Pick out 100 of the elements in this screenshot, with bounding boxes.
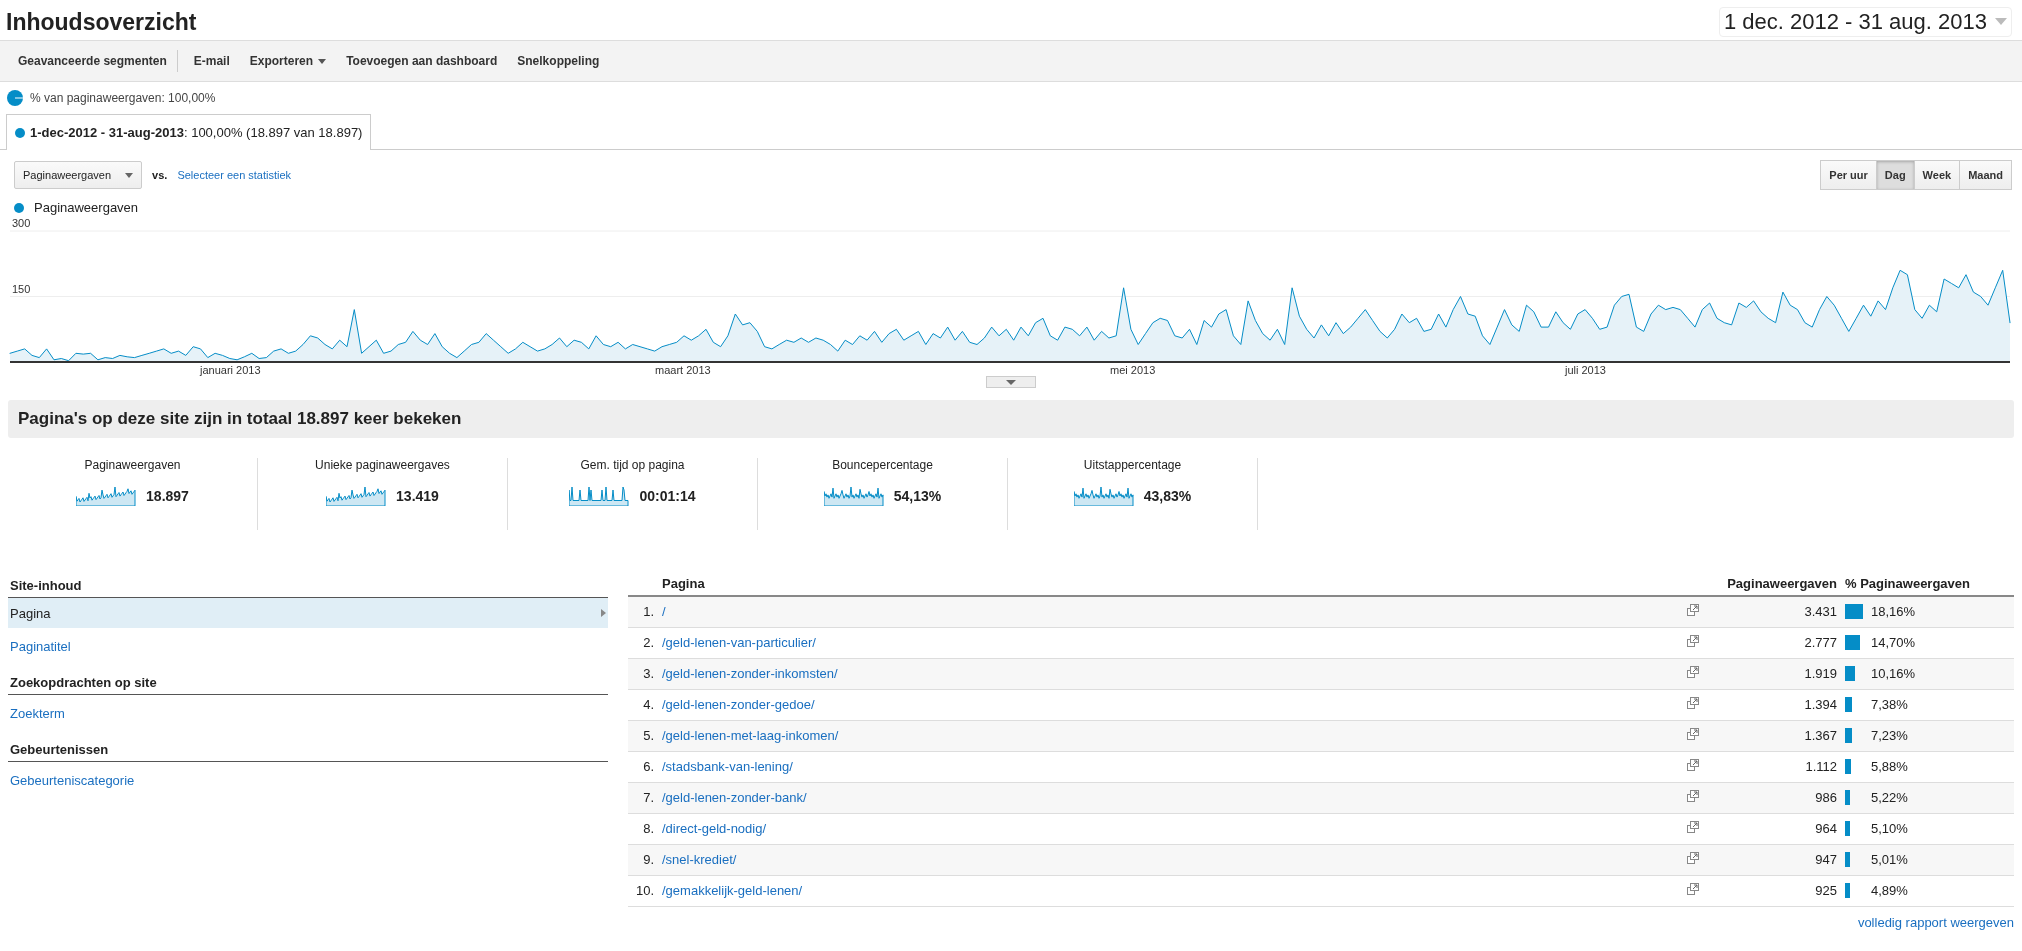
caret-icon [601, 609, 606, 617]
table-cell: 986 [1723, 782, 1841, 813]
metric-label: Gem. tijd op pagina [580, 458, 685, 472]
external-link-icon[interactable] [1687, 790, 1700, 802]
table-cell: 925 [1723, 875, 1841, 906]
sidebar-item[interactable]: Paginatitel [8, 631, 608, 661]
external-link-icon[interactable] [1687, 883, 1700, 895]
caret-icon [125, 172, 134, 178]
row-index: 8. [628, 813, 658, 844]
table-cell: 14,70% [1871, 635, 1916, 650]
sidebar-item[interactable]: Gebeurteniscategorie [8, 765, 608, 795]
section-heading: Zoekopdrachten op site [8, 667, 608, 695]
row-index: 3. [628, 658, 658, 689]
table-cell: 5,22% [1871, 790, 1908, 805]
table-cell: 1.367 [1723, 720, 1841, 751]
table-cell: 5,01% [1871, 852, 1908, 867]
page-link[interactable]: / [662, 604, 666, 620]
row-index: 4. [628, 689, 658, 720]
table-cell: 7,23% [1871, 728, 1908, 743]
metric-label: Uitstappercentage [1083, 458, 1182, 472]
chart-resize-handle[interactable] [986, 376, 1036, 388]
table-cell: 18,16% [1871, 604, 1916, 620]
page-link[interactable]: /gemakkelijk-geld-lenen/ [662, 883, 803, 898]
full-report-link[interactable]: volledig rapport weergeven [1857, 906, 2014, 930]
page-link[interactable]: /direct-geld-nodig/ [662, 821, 767, 836]
external-link-icon[interactable] [1687, 635, 1700, 647]
row-index: 5. [628, 720, 658, 751]
section-heading: Gebeurtenissen [8, 734, 608, 762]
toolbar-button[interactable]: E-mail [183, 50, 240, 72]
axis-label: mei 2013 [1110, 364, 1157, 376]
granularity-tab[interactable]: Dag [1875, 160, 1915, 190]
table-cell: 1.919 [1723, 658, 1841, 689]
granularity-tab[interactable]: Week [1913, 160, 1961, 190]
legend-label: Paginaweergaven [34, 200, 139, 215]
toolbar-button[interactable]: Exporteren [239, 50, 337, 72]
metric-label: Unieke paginaweergaves [315, 458, 450, 472]
caret-icon [318, 58, 327, 64]
page-link[interactable]: /snel-krediet/ [662, 852, 737, 867]
axis-label: maart 2013 [655, 364, 712, 376]
external-link-icon[interactable] [1687, 852, 1700, 864]
page-link[interactable]: /geld-lenen-zonder-inkomsten/ [662, 666, 838, 681]
table-cell: 964 [1723, 813, 1841, 844]
row-index: 10. [628, 875, 658, 906]
table-cell: 4,89% [1871, 883, 1908, 898]
external-link-icon[interactable] [1687, 759, 1700, 771]
axis-label: 150 [12, 282, 31, 295]
table-cell: 1.112 [1723, 751, 1841, 782]
metric-value: 43,83% [1143, 488, 1192, 504]
external-link-icon[interactable] [1687, 728, 1700, 740]
axis-label: januari 2013 [200, 364, 262, 376]
legend-dot [14, 202, 24, 213]
row-index: 7. [628, 782, 658, 813]
table-cell: 7,38% [1871, 697, 1908, 712]
toolbar-button[interactable]: Geavanceerde segmenten [8, 50, 178, 72]
granularity-tab[interactable]: Per uur [1820, 160, 1877, 190]
table-cell: 5,88% [1871, 759, 1908, 774]
table-cell: 2.777 [1723, 627, 1841, 658]
external-link-icon[interactable] [1687, 666, 1700, 678]
row-index: 6. [628, 751, 658, 782]
granularity-tab[interactable]: Maand [1959, 160, 2012, 190]
pie-icon [6, 89, 24, 107]
row-index: 9. [628, 844, 658, 875]
row-index: 1. [628, 596, 658, 627]
page-link[interactable]: /stadsbank-van-lening/ [662, 759, 793, 774]
sparkline-drawing [76, 486, 137, 506]
sparkline-drawing [823, 486, 884, 506]
metric-value: 18.897 [146, 488, 189, 504]
page-link[interactable]: /geld-lenen-met-laag-inkomen/ [662, 728, 839, 743]
metric-label: Paginaweergaven [84, 458, 181, 472]
axis-label: juli 2013 [1565, 364, 1607, 376]
row-index: 2. [628, 627, 658, 658]
sidebar-item[interactable]: Zoekterm [8, 698, 608, 728]
page-link[interactable]: /geld-lenen-zonder-gedoe/ [662, 697, 815, 712]
table-cell: 3.431 [1723, 596, 1841, 627]
toolbar-button[interactable]: Snelkoppeling [507, 50, 610, 72]
page-link[interactable]: /geld-lenen-zonder-bank/ [662, 790, 807, 805]
sidebar-item[interactable]: Pagina [8, 598, 608, 628]
vs-label: vs. [152, 169, 168, 181]
axis-label: 300 [12, 217, 31, 229]
sparkline-drawing [1073, 486, 1134, 506]
metric-dropdown[interactable]: Paginaweergaven [14, 161, 143, 189]
metric-value: 13.419 [396, 488, 439, 504]
segment-tab[interactable]: 1-dec-2012 - 31-aug-2013: 100,00% (18.897 van 18.897) [6, 114, 372, 150]
caret-icon [1995, 18, 2007, 26]
metric-value: 54,13% [893, 488, 942, 504]
page-title: Inhoudsoverzicht [6, 8, 197, 36]
select-metric-link[interactable]: Selecteer een statistiek [177, 169, 292, 181]
metric-value: 00:01:14 [639, 488, 696, 504]
external-link-icon[interactable] [1687, 821, 1700, 833]
external-link-icon[interactable] [1687, 604, 1700, 617]
external-link-icon[interactable] [1687, 697, 1700, 709]
segment-summary: % van paginaweergaven: 100,00% [30, 91, 216, 105]
summary-title: Pagina's op deze site zijn in totaal 18.897 keer bekeken [8, 400, 2014, 438]
sparkline-drawing [326, 486, 387, 506]
metric-label: Bouncepercentage [832, 458, 933, 472]
toolbar-button[interactable]: Toevoegen aan dashboard [336, 50, 508, 72]
page-link[interactable]: /geld-lenen-van-particulier/ [662, 635, 816, 650]
table-cell: 10,16% [1871, 666, 1916, 681]
sparkline-drawing [569, 486, 630, 506]
date-range-picker[interactable]: 1 dec. 2012 - 31 aug. 2013 [1719, 7, 2012, 37]
